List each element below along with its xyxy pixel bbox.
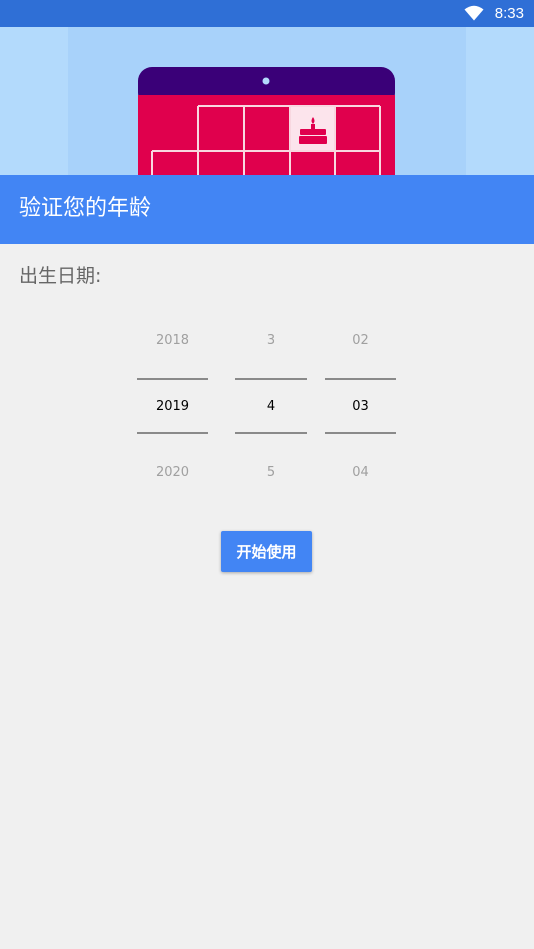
month-prev[interactable]: 3 [235, 333, 307, 349]
year-picker[interactable]: 2018 2019 2020 [137, 326, 208, 491]
calendar-illustration [138, 67, 395, 175]
day-selected[interactable]: 03 [325, 399, 396, 415]
start-button[interactable]: 开始使用 [221, 531, 312, 572]
picker-divider [325, 378, 396, 380]
page-title: 验证您的年龄 [19, 196, 152, 221]
app-bar: 验证您的年龄 [0, 175, 534, 244]
dob-label: 出生日期: [19, 265, 102, 287]
hero-illustration [0, 27, 534, 175]
day-picker[interactable]: 02 03 04 [325, 326, 396, 491]
status-bar: 8:33 [0, 0, 534, 27]
status-time: 8:33 [494, 5, 524, 22]
month-selected[interactable]: 4 [235, 399, 307, 415]
year-next[interactable]: 2020 [137, 465, 208, 481]
month-next[interactable]: 5 [235, 465, 307, 481]
month-picker[interactable]: 3 4 5 [235, 326, 307, 491]
day-prev[interactable]: 02 [325, 333, 396, 349]
wifi-icon [464, 5, 484, 21]
year-selected[interactable]: 2019 [137, 399, 208, 415]
day-next[interactable]: 04 [325, 465, 396, 481]
picker-divider [235, 432, 307, 434]
picker-divider [235, 378, 307, 380]
picker-divider [137, 432, 208, 434]
year-prev[interactable]: 2018 [137, 333, 208, 349]
picker-divider [137, 378, 208, 380]
picker-divider [325, 432, 396, 434]
